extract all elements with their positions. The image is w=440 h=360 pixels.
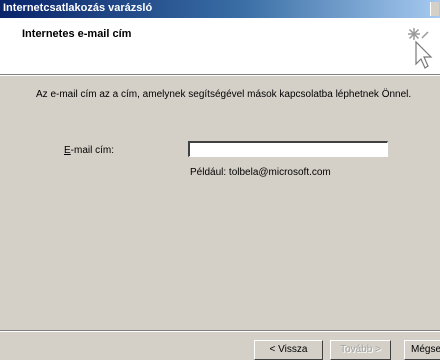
close-button[interactable] xyxy=(430,2,439,16)
email-input[interactable] xyxy=(188,141,388,157)
window-title: Internetcsatlakozás varázsló xyxy=(3,2,153,14)
back-button[interactable]: < Vissza xyxy=(254,340,323,360)
wizard-header: Internetes e-mail cím xyxy=(0,18,440,75)
footer-divider-highlight xyxy=(0,331,440,332)
email-example: Például: tolbela@microsoft.com xyxy=(190,167,331,178)
title-bar: Internetcsatlakozás varázsló xyxy=(0,0,440,18)
wizard-cursor-icon xyxy=(408,28,433,69)
next-button[interactable]: Tovább > xyxy=(330,340,391,360)
intro-text: Az e-mail cím az a cím, amelynek segítsé… xyxy=(36,89,412,100)
cancel-button[interactable]: Mégse xyxy=(404,340,440,360)
email-label: E-mail cím: xyxy=(64,145,114,156)
page-title: Internetes e-mail cím xyxy=(22,28,132,40)
email-label-accelerator: E xyxy=(64,145,71,156)
header-separator xyxy=(0,75,440,76)
email-label-text: -mail cím: xyxy=(70,145,115,156)
wizard-window: Internetcsatlakozás varázsló Internetes … xyxy=(0,0,440,360)
